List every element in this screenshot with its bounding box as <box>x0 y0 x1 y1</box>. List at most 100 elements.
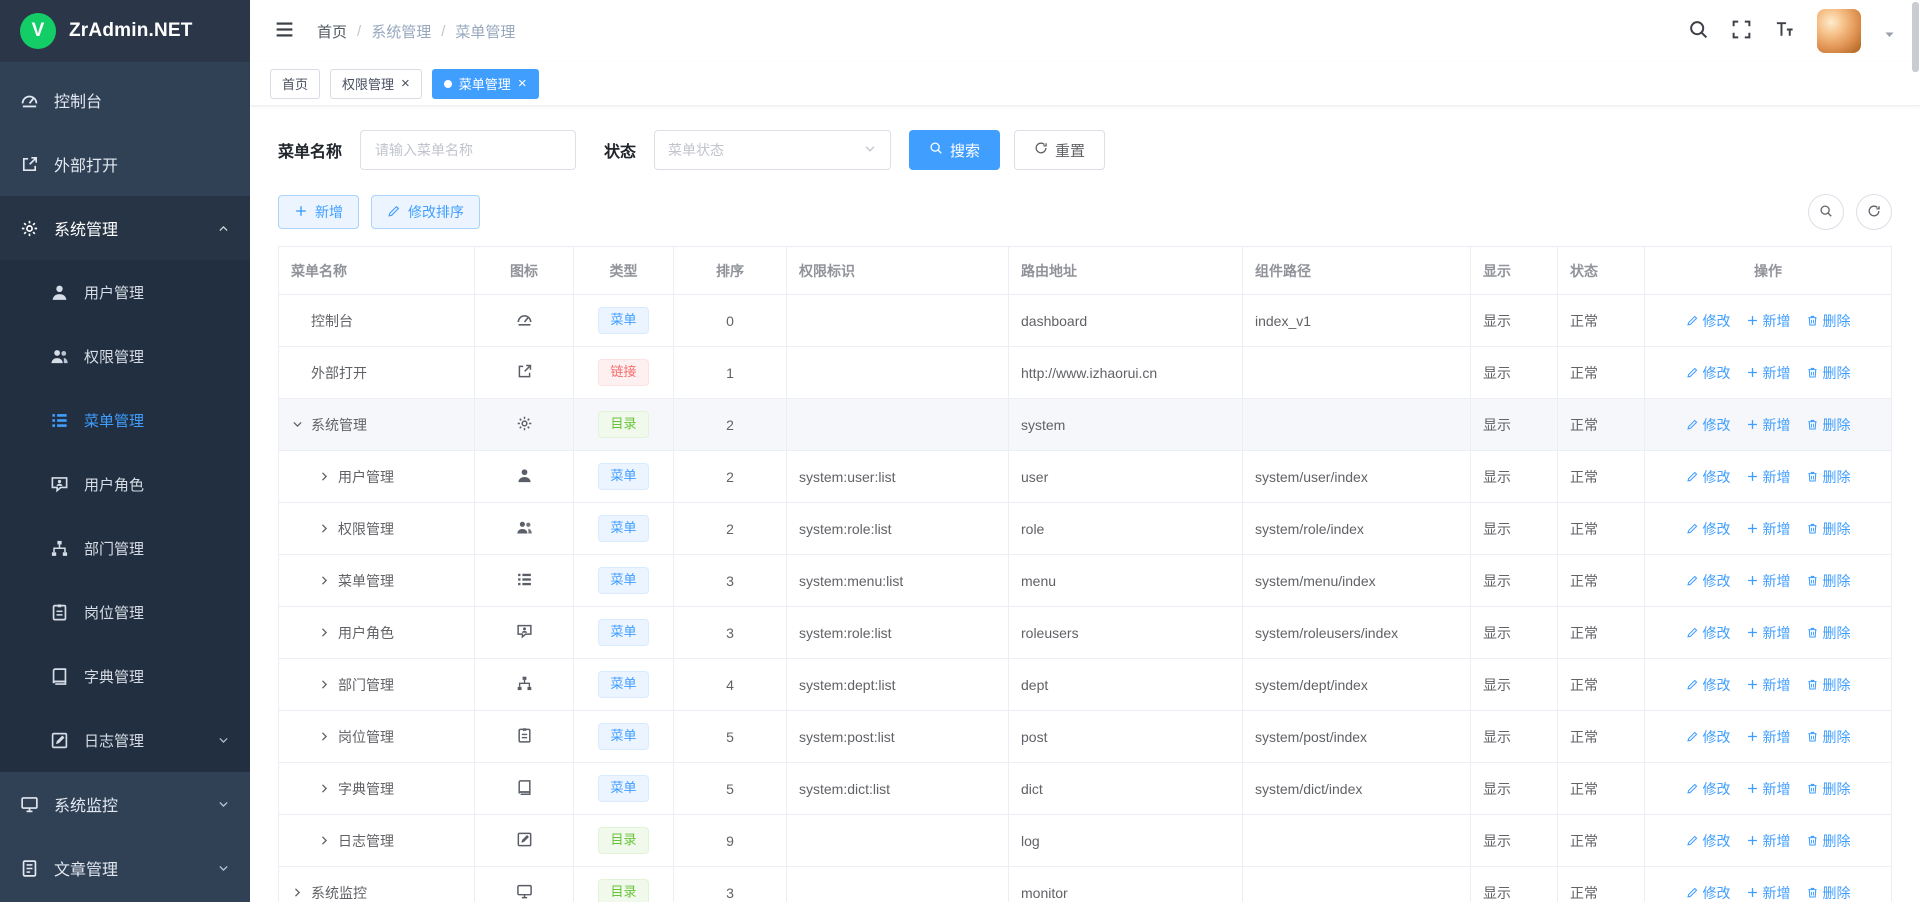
edit-link[interactable]: 修改 <box>1686 311 1731 331</box>
reset-button[interactable]: 重置 <box>1014 130 1105 170</box>
trash-icon <box>1806 418 1819 431</box>
delete-link[interactable]: 删除 <box>1806 571 1851 591</box>
delete-link[interactable]: 删除 <box>1806 467 1851 487</box>
edit-link[interactable]: 修改 <box>1686 519 1731 539</box>
row-expand-toggle[interactable] <box>318 470 331 483</box>
row-expand-toggle[interactable] <box>318 782 331 795</box>
row-expand-toggle[interactable] <box>318 574 331 587</box>
fullscreen-button[interactable] <box>1731 19 1752 43</box>
row-expand-toggle[interactable] <box>291 886 304 899</box>
edit-link[interactable]: 修改 <box>1686 883 1731 902</box>
action-label: 新增 <box>1763 831 1791 851</box>
row-expand-toggle[interactable] <box>318 522 331 535</box>
tab-item[interactable]: 权限管理× <box>330 69 422 99</box>
edit-link[interactable]: 修改 <box>1686 623 1731 643</box>
breadcrumb-item[interactable]: 首页 <box>317 21 347 42</box>
collapse-sidebar-button[interactable] <box>274 19 295 43</box>
sidebar-item-external-link[interactable]: 外部打开 <box>0 132 250 196</box>
user-avatar[interactable] <box>1817 9 1861 53</box>
tab-item[interactable]: 菜单管理× <box>432 69 539 99</box>
action-label: 修改 <box>1703 311 1731 331</box>
tab-close-icon[interactable]: × <box>518 76 527 91</box>
row-expand-toggle[interactable] <box>318 834 331 847</box>
edit-link[interactable]: 修改 <box>1686 571 1731 591</box>
breadcrumb-separator: / <box>357 23 361 40</box>
cell-status: 正常 <box>1558 347 1645 399</box>
delete-link[interactable]: 删除 <box>1806 311 1851 331</box>
sidebar-item-users[interactable]: 权限管理 <box>0 324 250 388</box>
edit-link[interactable]: 修改 <box>1686 779 1731 799</box>
chevron-right-icon <box>318 782 331 795</box>
type-badge: 菜单 <box>598 515 648 541</box>
edit-link[interactable]: 修改 <box>1686 467 1731 487</box>
row-actions: 修改新增删除 <box>1657 363 1879 383</box>
delete-link[interactable]: 删除 <box>1806 415 1851 435</box>
menu-name-input[interactable] <box>360 130 576 170</box>
refresh-table-button[interactable] <box>1856 194 1892 230</box>
add-link[interactable]: 新增 <box>1746 415 1791 435</box>
add-link[interactable]: 新增 <box>1746 883 1791 902</box>
delete-link[interactable]: 删除 <box>1806 831 1851 851</box>
add-link[interactable]: 新增 <box>1746 623 1791 643</box>
add-button[interactable]: 新增 <box>278 195 359 229</box>
breadcrumb-item[interactable]: 系统管理 <box>371 21 431 42</box>
delete-link[interactable]: 删除 <box>1806 623 1851 643</box>
delete-link[interactable]: 删除 <box>1806 883 1851 902</box>
row-expand-toggle[interactable] <box>291 418 304 431</box>
sidebar-item-log[interactable]: 日志管理 <box>0 708 250 772</box>
status-select[interactable]: 菜单状态 <box>654 130 891 170</box>
edit-link[interactable]: 修改 <box>1686 831 1731 851</box>
add-link[interactable]: 新增 <box>1746 675 1791 695</box>
edit-link[interactable]: 修改 <box>1686 727 1731 747</box>
sidebar-item-article[interactable]: 文章管理 <box>0 836 250 900</box>
tab-close-icon[interactable]: × <box>401 76 410 91</box>
sidebar-item-gear[interactable]: 系统管理 <box>0 196 250 260</box>
delete-link[interactable]: 删除 <box>1806 779 1851 799</box>
edit-link[interactable]: 修改 <box>1686 415 1731 435</box>
add-link[interactable]: 新增 <box>1746 727 1791 747</box>
cell-component: system/post/index <box>1243 711 1471 763</box>
gear-icon <box>20 219 39 238</box>
search-button[interactable]: 搜索 <box>909 130 1000 170</box>
add-link[interactable]: 新增 <box>1746 467 1791 487</box>
scrollbar-thumb[interactable] <box>1912 2 1919 72</box>
row-expand-toggle[interactable] <box>318 626 331 639</box>
sidebar-item-user[interactable]: 用户管理 <box>0 260 250 324</box>
search-icon-wrap <box>1688 19 1709 43</box>
sidebar-item-id-badge[interactable]: 岗位管理 <box>0 580 250 644</box>
edit-link[interactable]: 修改 <box>1686 363 1731 383</box>
header-search-button[interactable] <box>1688 19 1709 43</box>
trash-icon <box>1806 626 1819 639</box>
sidebar-item-monitor[interactable]: 系统监控 <box>0 772 250 836</box>
sidebar-item-org-tree[interactable]: 部门管理 <box>0 516 250 580</box>
delete-link[interactable]: 删除 <box>1806 519 1851 539</box>
sidebar-item-user-role[interactable]: 用户角色 <box>0 452 250 516</box>
add-link[interactable]: 新增 <box>1746 519 1791 539</box>
chevron-down-icon <box>217 862 230 875</box>
add-link[interactable]: 新增 <box>1746 779 1791 799</box>
edit-sort-button[interactable]: 修改排序 <box>371 195 480 229</box>
tab-item[interactable]: 首页 <box>270 69 320 99</box>
add-link[interactable]: 新增 <box>1746 831 1791 851</box>
user-menu-caret[interactable] <box>1883 28 1896 44</box>
delete-link[interactable]: 删除 <box>1806 727 1851 747</box>
font-size-button[interactable] <box>1774 19 1795 43</box>
sidebar-item-dashboard[interactable]: 控制台 <box>0 68 250 132</box>
row-expand-toggle[interactable] <box>318 730 331 743</box>
add-link[interactable]: 新增 <box>1746 363 1791 383</box>
delete-link[interactable]: 删除 <box>1806 363 1851 383</box>
delete-link[interactable]: 删除 <box>1806 675 1851 695</box>
edit-link[interactable]: 修改 <box>1686 675 1731 695</box>
cell-menu-name: 部门管理 <box>279 659 475 711</box>
show-search-button[interactable] <box>1808 194 1844 230</box>
sidebar-item-menu-list[interactable]: 菜单管理 <box>0 388 250 452</box>
add-link[interactable]: 新增 <box>1746 571 1791 591</box>
table-head: 菜单名称图标类型排序权限标识路由地址组件路径显示状态操作 <box>279 247 1892 295</box>
add-link[interactable]: 新增 <box>1746 311 1791 331</box>
scrollbar[interactable] <box>1911 0 1920 902</box>
sidebar-item-dictionary[interactable]: 字典管理 <box>0 644 250 708</box>
tree-cell: 权限管理 <box>291 519 462 539</box>
app-logo[interactable]: V ZrAdmin.NET <box>0 0 250 62</box>
row-expand-toggle[interactable] <box>318 678 331 691</box>
sidebar-item-label: 日志管理 <box>84 730 144 751</box>
